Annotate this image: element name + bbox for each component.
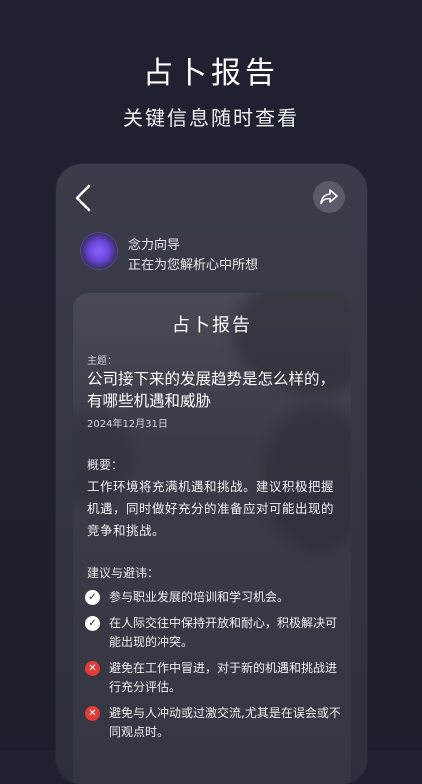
- back-button[interactable]: [72, 182, 96, 214]
- cross-circle-icon: ✕: [85, 661, 100, 676]
- share-arrow-icon: [320, 189, 338, 205]
- advice-text: 在人际交往中保持开放和耐心，积极解决可能出现的冲突。: [109, 616, 338, 649]
- overview-label: 概要：: [87, 458, 124, 472]
- advice-label: 建议与避讳：: [87, 566, 160, 580]
- chevron-left-icon: [75, 184, 91, 212]
- share-button[interactable]: [313, 181, 345, 213]
- cross-circle-icon: ✕: [85, 706, 100, 721]
- guide-status: 正在为您解析心中所想: [128, 258, 259, 273]
- hero-title: 占卜报告: [143, 56, 279, 91]
- advice-item: ✓ 参与职业发展的培训和学习机会。: [85, 588, 347, 607]
- advice-text: 避免与人冲动或过激交流,尤其是在误会或不同观点时。: [109, 706, 341, 739]
- topic-label: 主题：: [87, 356, 117, 367]
- hero-subtitle: 关键信息随时查看: [123, 106, 299, 130]
- report-date: 2024年12月31日: [87, 419, 168, 430]
- advice-list: ✓ 参与职业发展的培训和学习机会。 ✓ 在人际交往中保持开放和耐心，积极解决可能…: [85, 588, 347, 749]
- advice-item: ✕ 避免与人冲动或过激交流,尤其是在误会或不同观点时。: [85, 704, 347, 742]
- report-title: 占卜报告: [172, 315, 252, 336]
- check-circle-icon: ✓: [85, 590, 100, 605]
- advice-item: ✕ 避免在工作中冒进，对于新的机遇和挑战进行充分评估。: [85, 659, 347, 697]
- guide-name: 念力向导: [128, 238, 181, 253]
- report-card: 占卜报告 主题： 公司接下来的发展趋势是怎么样的，有哪些机遇和威胁 2024年1…: [73, 293, 351, 784]
- advice-text: 参与职业发展的培训和学习机会。: [109, 590, 290, 604]
- guide-avatar: [81, 233, 117, 269]
- advice-item: ✓ 在人际交往中保持开放和耐心，积极解决可能出现的冲突。: [85, 614, 347, 652]
- check-circle-icon: ✓: [85, 616, 100, 631]
- advice-text: 避免在工作中冒进，对于新的机遇和挑战进行充分评估。: [109, 661, 338, 694]
- overview-text: 工作环境将充满机遇和挑战。建议积极把握机遇，同时做好充分的准备应对可能出现的竞争…: [87, 479, 335, 538]
- phone-screen: 念力向导 正在为您解析心中所想 占卜报告 主题： 公司接下来的发展趋势是怎么样的…: [56, 164, 367, 784]
- topic-text: 公司接下来的发展趋势是怎么样的，有哪些机遇和威胁: [87, 370, 336, 410]
